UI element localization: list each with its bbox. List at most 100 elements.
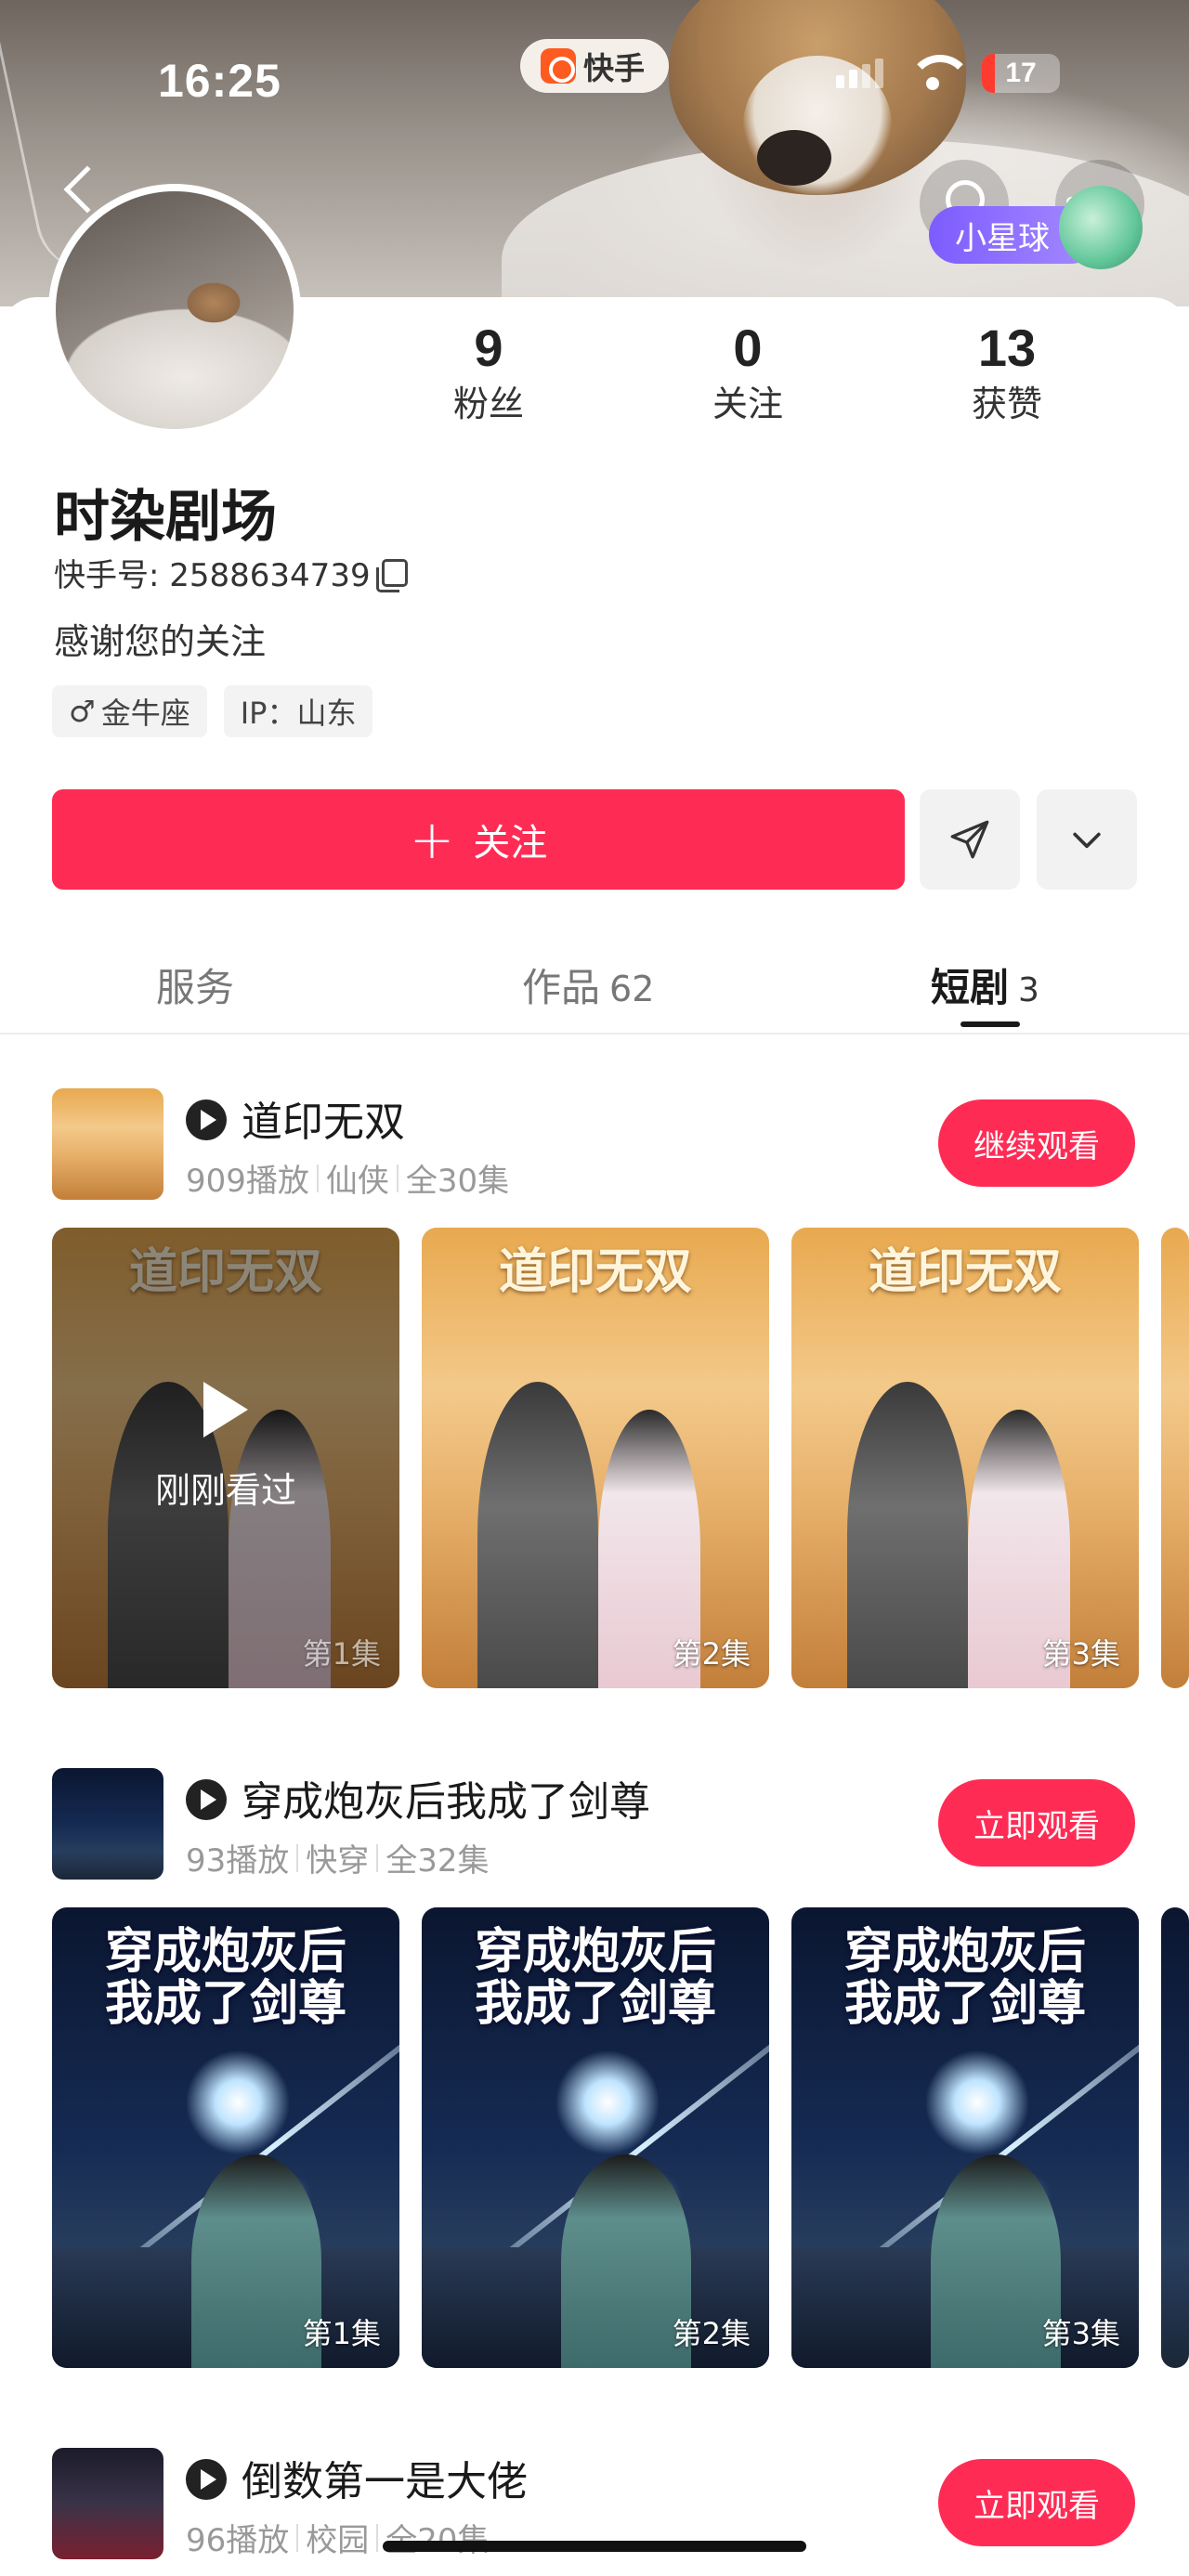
episode-label: 第3集 [1041, 1636, 1120, 1672]
tab-short-drama[interactable]: 短剧 3 [931, 956, 1039, 1013]
home-indicator[interactable] [383, 2541, 806, 2552]
poster-title-line2: 我成了剑尊 [843, 1975, 1086, 2032]
continue-watching-button[interactable]: 继续观看 [938, 1099, 1135, 1187]
poster-title: 道印无双 [868, 1243, 1062, 1300]
episode-label: 第1集 [302, 1636, 381, 1672]
watch-now-button[interactable]: 立即观看 [938, 1779, 1135, 1867]
planet-mascot-icon[interactable] [1059, 186, 1143, 269]
profile-bio: 感谢您的关注 [54, 621, 267, 662]
profile-uid: 快手号: 2588634739 [54, 550, 408, 595]
active-tab-indicator [960, 1021, 1020, 1027]
episode-card[interactable]: 穿成炮灰后 我成了剑尊 第3集 [791, 1907, 1139, 2368]
stat-likes-value: 13 [977, 319, 1037, 377]
poster-title-line1: 穿成炮灰后 [843, 1923, 1086, 1980]
cellular-signal-icon [836, 59, 883, 88]
drama-genre: 仙侠 [325, 1163, 389, 1200]
tab-short-drama-label: 短剧 [931, 965, 1010, 1010]
male-icon: ♂ [69, 694, 96, 729]
status-time: 16:25 [158, 55, 281, 107]
drama-meta: 93播放 快穿 全32集 [186, 1835, 490, 1880]
follow-button[interactable]: + 关注 [52, 789, 905, 890]
stat-likes[interactable]: 13 获赞 [914, 316, 1100, 427]
tab-service-label: 服务 [156, 965, 235, 1010]
drama-meta: 96播放 校园 全20集 [186, 2515, 490, 2560]
drama-title[interactable]: 穿成炮灰后我成了剑尊 [242, 1768, 650, 1828]
stat-following-label: 关注 [712, 384, 783, 424]
message-button[interactable] [920, 789, 1020, 890]
stat-fans[interactable]: 9 粉丝 [396, 316, 581, 427]
avatar[interactable] [48, 184, 301, 436]
poster-title-line1: 穿成炮灰后 [104, 1923, 346, 1980]
kuaishou-logo-icon [541, 48, 576, 84]
profile-tags: ♂ 金牛座 IP：山东 [52, 685, 373, 737]
play-icon [203, 1382, 248, 1438]
episode-card-partial[interactable] [1161, 1907, 1189, 2368]
episode-list: 道印无双 刚刚看过 第1集 道印无双 第2集 道印无双 第3集 [52, 1228, 1189, 1688]
stat-fans-value: 9 [474, 319, 503, 377]
plus-icon: + [409, 808, 455, 871]
drama-episode-count: 全32集 [385, 1842, 490, 1880]
tag-ip: IP：山东 [223, 685, 373, 737]
battery-level: 17 [1005, 58, 1037, 88]
planet-badge-label: 小星球 [955, 219, 1050, 257]
drama-episode-count: 全20集 [385, 2515, 489, 2560]
expand-button[interactable] [1037, 789, 1137, 890]
app-indicator-pill[interactable]: 快手 [520, 39, 669, 93]
profile-name: 时染剧场 [54, 485, 277, 550]
poster-title-line1: 穿成炮灰后 [474, 1923, 716, 1980]
tab-service[interactable]: 服务 [156, 956, 234, 1013]
watch-now-button[interactable]: 立即观看 [938, 2459, 1135, 2546]
recently-watched: 刚刚看过 [52, 1382, 399, 1513]
battery-icon: 17 [982, 54, 1060, 93]
episode-card[interactable]: 道印无双 刚刚看过 第1集 [52, 1228, 399, 1688]
tab-short-drama-count: 3 [1018, 971, 1039, 1009]
drama-meta: 909播放 仙侠 全30集 [186, 1155, 509, 1201]
poster-title: 道印无双 [498, 1243, 692, 1300]
system-status-icons: 17 [836, 54, 1060, 93]
drama-thumbnail[interactable] [52, 1768, 163, 1880]
drama-plays: 909播放 [186, 1163, 309, 1200]
episode-card[interactable]: 道印无双 第3集 [791, 1228, 1139, 1688]
send-icon [947, 816, 993, 863]
episode-list: 穿成炮灰后 我成了剑尊 第1集 穿成炮灰后 我成了剑尊 第2集 穿成炮灰后 我成了剑尊… [52, 1907, 1189, 2368]
stat-following-value: 0 [733, 319, 763, 377]
drama-thumbnail[interactable] [52, 1088, 163, 1200]
tag-ip-label: IP：山东 [240, 696, 357, 731]
poster-title-line2: 我成了剑尊 [104, 1975, 346, 2032]
poster-title-line2: 我成了剑尊 [474, 1975, 716, 2032]
tab-works-label: 作品 [522, 965, 601, 1010]
drama-title[interactable]: 道印无双 [242, 1088, 405, 1148]
episode-card[interactable]: 道印无双 第2集 [422, 1228, 769, 1688]
app-name: 快手 [583, 50, 645, 86]
recently-watched-label: 刚刚看过 [154, 1470, 296, 1511]
wifi-icon [908, 55, 958, 92]
tab-works-count: 62 [609, 969, 655, 1009]
tag-zodiac-label: 金牛座 [100, 696, 190, 731]
episode-card-partial[interactable] [1161, 1228, 1189, 1688]
episode-label: 第3集 [1041, 2316, 1120, 2351]
stat-following[interactable]: 0 关注 [655, 316, 841, 427]
drama-episode-count: 全30集 [405, 1163, 510, 1200]
play-icon [186, 1099, 227, 1140]
profile-uid-text: 快手号: 2588634739 [54, 557, 371, 594]
episode-label: 第2集 [672, 2316, 751, 2351]
episode-label: 第1集 [302, 2316, 381, 2351]
stat-fans-label: 粉丝 [452, 384, 524, 424]
drama-thumbnail[interactable] [52, 2448, 163, 2559]
episode-card[interactable]: 穿成炮灰后 我成了剑尊 第1集 [52, 1907, 399, 2368]
follow-button-label: 关注 [473, 822, 548, 865]
episode-card[interactable]: 穿成炮灰后 我成了剑尊 第2集 [422, 1907, 769, 2368]
tab-works[interactable]: 作品 62 [522, 956, 654, 1013]
drama-genre: 快穿 [306, 1842, 370, 1880]
stat-likes-label: 获赞 [971, 384, 1042, 424]
play-icon [186, 2459, 227, 2500]
drama-plays: 93播放 [186, 1842, 290, 1880]
copy-icon[interactable] [375, 558, 408, 592]
episode-label: 第2集 [672, 1636, 751, 1672]
play-icon [186, 1779, 227, 1820]
tag-gender-zodiac: ♂ 金牛座 [52, 685, 207, 737]
chevron-down-icon [1066, 819, 1107, 860]
drama-plays: 96播放 [186, 2522, 290, 2559]
drama-genre: 校园 [306, 2522, 370, 2559]
drama-title[interactable]: 倒数第一是大佬 [242, 2448, 528, 2507]
